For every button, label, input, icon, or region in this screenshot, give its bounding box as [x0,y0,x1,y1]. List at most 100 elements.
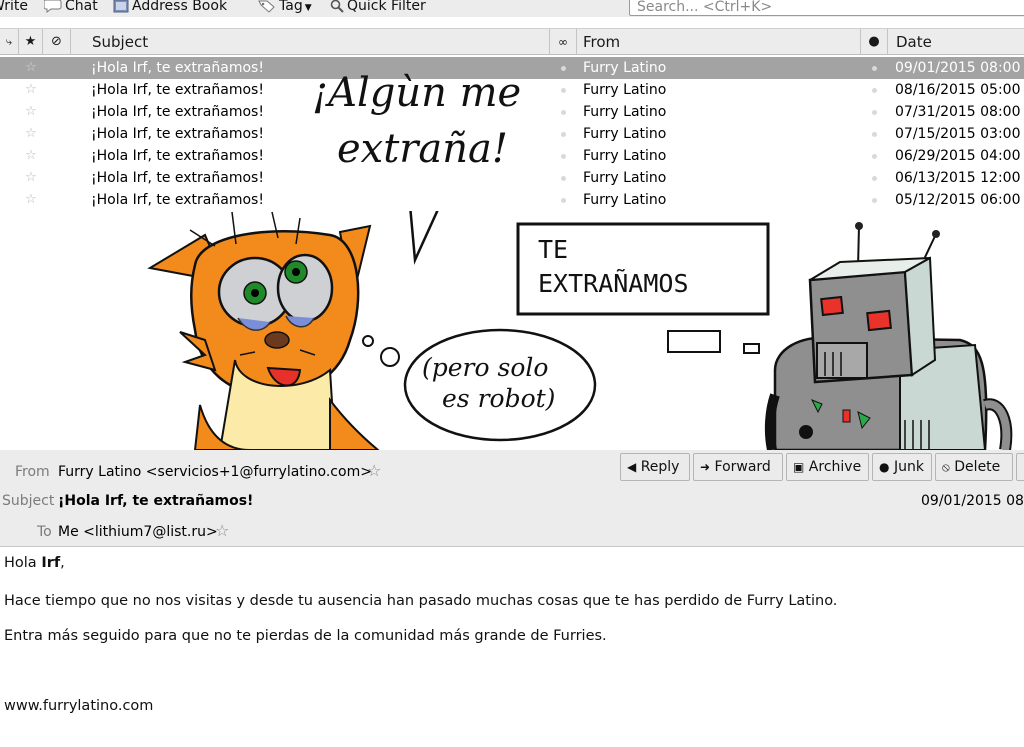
table-row[interactable]: ☆ ¡Hola Irf, te extrañamos! Furry Latino 07… [0,123,1024,145]
star-icon[interactable]: ☆ [23,101,39,123]
from-column-label: From [583,33,621,51]
read-status-icon[interactable] [561,88,566,93]
address-book-label: Address Book [132,0,228,14]
speech-text-line-2: extraña! [337,126,508,172]
message-header-pane: From Furry Latino <servicios+1@furrylati… [0,450,1024,547]
read-status-icon[interactable] [561,132,566,137]
cat-character [147,211,380,450]
row-from: Furry Latino [583,148,667,164]
forward-button[interactable]: ➜ Forward [693,453,783,481]
tag-icon [258,0,275,13]
website-link[interactable]: www.furrylatino.com [4,698,153,714]
junk-status-icon[interactable] [872,198,877,203]
read-status-icon[interactable] [561,66,566,71]
thought-text-line-2: es robot) [442,384,556,413]
read-status-icon[interactable] [561,154,566,159]
search-input[interactable]: Search... <Ctrl+K> [629,0,1024,16]
star-icon[interactable]: ☆ [23,145,39,167]
star-icon[interactable]: ☆ [23,189,39,211]
row-from: Furry Latino [583,82,667,98]
subject-column-label: Subject [92,33,149,51]
row-from: Furry Latino [583,126,667,142]
greeting-name: Irf [41,555,61,571]
row-from: Furry Latino [583,192,667,208]
delete-button[interactable]: ⦸ Delete [935,453,1013,481]
date-column-label: Date [896,33,932,51]
reply-button[interactable]: ◀ Reply [620,453,690,481]
greeting-suffix: , [60,555,65,571]
tag-button[interactable]: Tag ▼ [258,0,312,15]
row-date: 06/29/2015 04:00 [895,148,1021,164]
star-icon[interactable]: ☆ [23,123,39,145]
row-date: 07/15/2015 03:00 [895,126,1021,142]
junk-status-icon[interactable] [872,110,877,115]
table-row[interactable]: ☆ ¡Hola Irf, te extrañamos! Furry Latino 06… [0,167,1024,189]
header-date: 09/01/2015 08 [921,493,1024,509]
row-date: 06/13/2015 12:00 [895,170,1021,186]
from-column-header[interactable]: From [577,29,861,55]
junk-status-icon[interactable] [872,88,877,93]
row-date: 07/31/2015 08:00 [895,104,1021,120]
body-paragraph-1: Hace tiempo que no nos visitas y desde t… [4,593,838,609]
attachment-column-icon[interactable]: ⊘ [43,29,71,55]
row-from: Furry Latino [583,60,667,76]
reply-icon: ◀ [627,460,637,474]
greeting-prefix: Hola [4,555,42,571]
archive-button[interactable]: ▣ Archive [786,453,869,481]
junk-status-icon[interactable] [872,176,877,181]
sign-text-line-1: TE [538,235,569,264]
message-list-header: ⤷ ★ ⊘ Subject ∞ From ● Date [0,28,1024,55]
greeting: Hola Irf, [4,555,65,571]
table-row[interactable]: ☆ ¡Hola Irf, te extrañamos! Furry Latino 05… [0,189,1024,211]
delete-label: Delete [954,459,1001,475]
from-value[interactable]: Furry Latino <servicios+1@furrylatino.co… [58,464,372,480]
write-button[interactable]: Write [0,0,28,15]
comic-illustration [147,211,1013,450]
quick-filter-button[interactable]: Quick Filter [330,0,426,15]
archive-icon: ▣ [793,460,805,474]
subject-column-header[interactable]: Subject [71,29,550,55]
delete-icon: ⦸ [942,460,950,474]
star-icon[interactable]: ☆ [23,167,39,189]
chat-label: Chat [65,0,98,14]
read-status-icon[interactable] [561,110,566,115]
archive-label: Archive [808,459,862,475]
forward-label: Forward [714,459,771,475]
date-column-header[interactable]: Date [888,29,1024,55]
to-star-icon[interactable]: ☆ [215,521,229,540]
robot-character [764,222,1013,450]
read-status-icon[interactable] [561,176,566,181]
table-row[interactable]: ☆ ¡Hola Irf, te extrañamos! Furry Latino 06… [0,145,1024,167]
magnifier-icon [330,0,344,13]
body-paragraph-2: Entra más seguido para que no te pierdas… [4,628,607,644]
junk-column-icon[interactable]: ● [861,29,888,55]
address-book-button[interactable]: Address Book [113,0,227,15]
subject-value: ¡Hola Irf, te extrañamos! [58,493,254,509]
write-label: Write [0,0,28,14]
to-label: To [37,524,52,540]
forward-icon: ➜ [700,460,711,474]
star-icon[interactable]: ☆ [23,57,39,79]
read-status-icon[interactable] [561,198,566,203]
junk-status-icon[interactable] [872,132,877,137]
junk-status-icon[interactable] [872,66,877,71]
dropdown-arrow-icon: ▼ [304,3,312,13]
row-date: 08/16/2015 05:00 [895,82,1021,98]
row-date: 09/01/2015 08:00 [895,60,1021,76]
more-button[interactable] [1016,453,1024,481]
from-star-icon[interactable]: ☆ [367,461,381,480]
junk-icon: ● [879,460,890,474]
star-icon[interactable]: ☆ [23,79,39,101]
sign-text-line-2: EXTRAÑAMOS [538,269,689,298]
read-column-icon[interactable]: ∞ [550,29,577,55]
chat-button[interactable]: Chat [44,0,98,15]
thread-column-icon[interactable]: ⤷ [0,29,19,55]
subject-label: Subject [2,493,55,509]
star-column-icon[interactable]: ★ [19,29,43,55]
to-value[interactable]: Me <lithium7@list.ru> [58,524,218,540]
junk-label: Junk [893,459,924,475]
junk-status-icon[interactable] [872,154,877,159]
speech-text-line-1: ¡Algùn me [312,70,522,116]
row-from: Furry Latino [583,104,667,120]
junk-button[interactable]: ● Junk [872,453,932,481]
